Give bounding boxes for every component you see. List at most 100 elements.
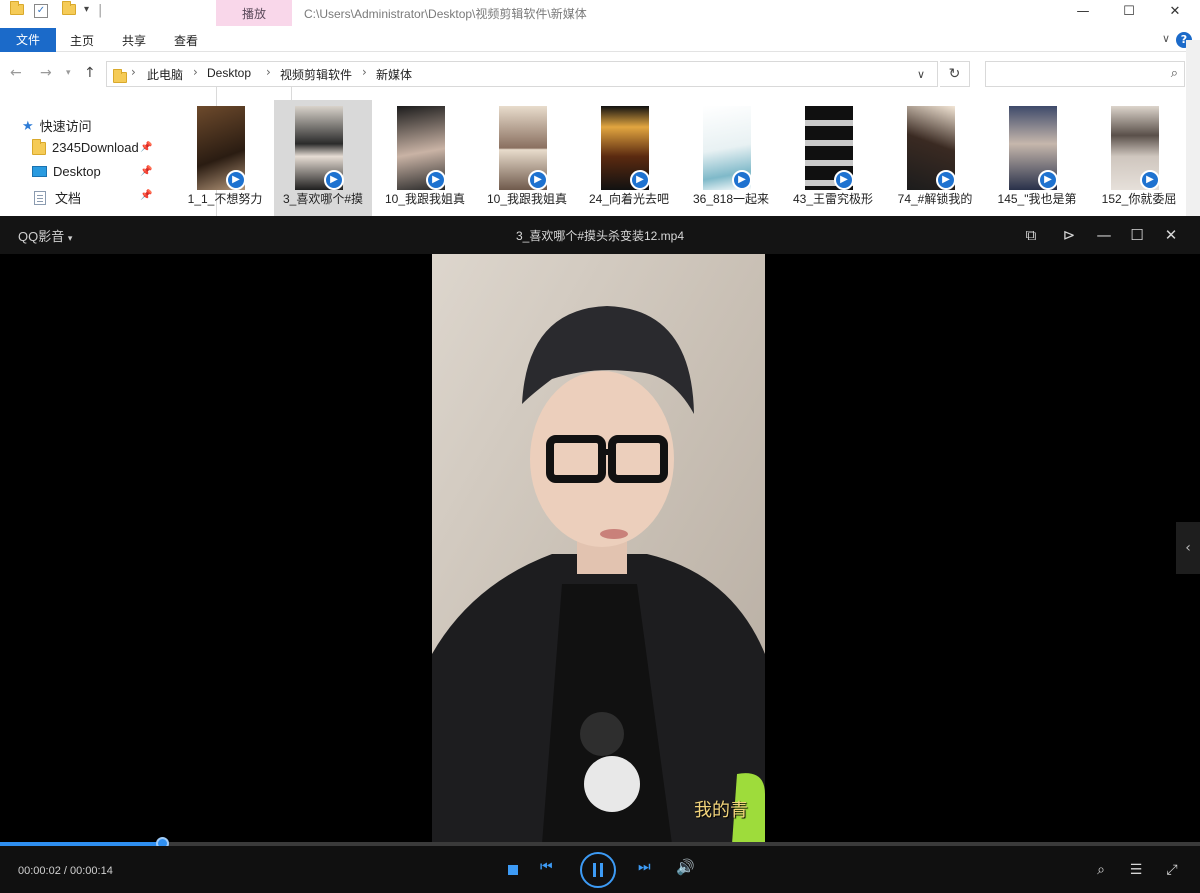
nav-quick-access[interactable]: ★ 快速访问 [22,116,92,135]
up-arrow-icon[interactable]: ↑ [84,65,96,81]
file-name: 24_向着光去吧 [588,192,670,206]
video-play-badge-icon: ▶ [528,170,548,190]
search-icon: ⌕ [1170,66,1178,81]
properties-check-icon[interactable]: ✓ [34,4,48,18]
file-item[interactable]: ▶ 74_#解锁我的 [886,100,984,216]
address-row: ← → ▾ ↑ › 此电脑 › Desktop › 视频剪辑软件 › 新媒体 ∨… [0,52,1200,96]
folder-icon [32,139,46,155]
video-play-badge-icon: ▶ [936,170,956,190]
player-titlebar: QQ影音 ▾ 3_喜欢哪个#摸头杀变装12.mp4 ⧉ ⊳ — ☐ ✕ [0,216,1200,254]
breadcrumb-desktop[interactable]: Desktop [207,66,251,80]
document-icon [34,190,46,205]
back-arrow-icon[interactable]: ← [10,65,22,81]
maximize-icon[interactable]: ☐ [1126,224,1148,246]
control-bar: 00:00:02 / 00:00:14 ⏮ ⏭ 🔊 ⌕ ☰ ⤢ [0,846,1200,893]
file-item[interactable]: ▶ 10_我跟我姐真 [478,100,576,216]
pause-button[interactable] [580,852,616,888]
video-play-badge-icon: ▶ [1140,170,1160,190]
picture-in-picture-icon[interactable]: ⧉ [1020,224,1042,246]
file-item[interactable]: ▶ 36_818一起来 [682,100,780,216]
settings-icon[interactable]: ☰ [1126,860,1146,880]
file-explorer-window: ✓ ▾ | 播放 C:\Users\Administrator\Desktop\… [0,0,1200,656]
breadcrumb-separator: › [131,65,136,79]
maximize-button[interactable]: ☐ [1106,0,1152,26]
file-name: 10_我跟我姐真 [486,192,568,206]
video-play-badge-icon: ▶ [324,170,344,190]
file-item-selected[interactable]: ▶ 3_喜欢哪个#摸 [274,100,372,216]
nav-item-label: Desktop [53,164,101,179]
screen: ✓ ▾ | 播放 C:\Users\Administrator\Desktop\… [0,0,1200,893]
video-play-badge-icon: ▶ [426,170,446,190]
expand-ribbon-chevron-icon[interactable]: ∨ [1162,32,1170,45]
breadcrumb-video-software[interactable]: 视频剪辑软件 [280,66,352,83]
file-item[interactable]: ▶ 43_王雷究极形 [784,100,882,216]
forward-arrow-icon[interactable]: → [40,65,52,81]
file-name: 145_"我也是第 [997,192,1077,206]
search-input[interactable]: ⌕ [985,61,1185,87]
volume-icon[interactable]: 🔊 [676,858,695,876]
tab-share[interactable]: 共享 [114,30,154,52]
star-icon: ★ [22,117,34,133]
tab-view[interactable]: 查看 [166,30,206,52]
address-dropdown-chevron-icon[interactable]: ∨ [917,68,925,81]
desktop-icon [32,166,47,177]
close-icon: ✕ [1169,4,1181,19]
pin-icon: 📌 [140,166,153,177]
nav-item-label: 文档 [55,191,82,206]
subtitle-text: 我的青 [694,800,748,820]
playlist-toggle-chevron-left-icon[interactable]: ‹ [1176,522,1200,574]
file-item[interactable]: ▶ 1_1_不想努力 [176,100,274,216]
breadcrumb-this-pc[interactable]: 此电脑 [147,66,183,83]
vertical-scrollbar[interactable] [1186,40,1200,216]
refresh-button[interactable]: ↻ [940,61,970,87]
file-name: 1_1_不想努力 [187,192,263,206]
address-bar[interactable]: › 此电脑 › Desktop › 视频剪辑软件 › 新媒体 ∨ [106,61,938,87]
file-item[interactable]: ▶ 152_你就委屈 [1090,100,1188,216]
pin-icon[interactable]: ⊳ [1058,224,1080,246]
file-name: 43_王雷究极形 [792,192,874,206]
file-name: 10_我跟我姐真 [384,192,466,206]
time-display: 00:00:02 / 00:00:14 [18,865,113,877]
next-icon[interactable]: ⏭ [638,859,651,875]
folder-icon [113,68,127,87]
tab-file[interactable]: 文件 [0,28,56,52]
customize-toolbar-chevron-icon[interactable]: ▾ [84,4,89,15]
tab-home[interactable]: 主页 [62,30,102,52]
explorer-titlebar: ✓ ▾ | 播放 C:\Users\Administrator\Desktop\… [0,0,1200,28]
close-icon[interactable]: ✕ [1160,224,1182,246]
video-play-badge-icon: ▶ [630,170,650,190]
nav-quick-access-label: 快速访问 [39,119,92,134]
stop-icon[interactable] [508,865,518,875]
navigation-pane: ★ 快速访问 2345Download 📌 Desktop 📌 文档 📌 [0,108,170,216]
nav-item-desktop[interactable]: Desktop [32,164,101,179]
toolbar-divider: | [98,3,103,18]
minimize-icon[interactable]: — [1093,224,1115,246]
nav-item-documents[interactable]: 文档 [34,188,81,207]
video-play-badge-icon: ▶ [1038,170,1058,190]
video-play-badge-icon: ▶ [732,170,752,190]
nav-item-label: 2345Download [52,140,139,155]
minimize-button[interactable]: — [1060,0,1106,26]
breadcrumb-separator: › [362,65,367,79]
breadcrumb-new-media[interactable]: 新媒体 [376,66,412,83]
ribbon-tabs: 文件 主页 共享 查看 视频工具 ∨ ? [0,28,1200,656]
close-button[interactable]: ✕ [1152,0,1198,26]
video-frame-image [432,254,765,844]
breadcrumb-separator: › [193,65,198,79]
video-play-badge-icon: ▶ [226,170,246,190]
nav-item-2345download[interactable]: 2345Download [32,139,139,155]
file-name: 152_你就委屈 [1101,192,1177,206]
previous-icon[interactable]: ⏮ [540,859,553,875]
qq-player-window: QQ影音 ▾ 3_喜欢哪个#摸头杀变装12.mp4 ⧉ ⊳ — ☐ ✕ 我的青 … [0,216,1200,893]
recent-locations-chevron-icon[interactable]: ▾ [66,68,71,78]
new-folder-icon[interactable] [62,1,76,15]
file-item[interactable]: ▶ 145_"我也是第 [988,100,1086,216]
file-name: 74_#解锁我的 [897,192,973,206]
screenshot-icon[interactable]: ⌕ [1091,860,1111,880]
fullscreen-icon[interactable]: ⤢ [1162,860,1182,880]
video-frame[interactable] [432,254,765,844]
file-item[interactable]: ▶ 24_向着光去吧 [580,100,678,216]
file-item[interactable]: ▶ 10_我跟我姐真 [376,100,474,216]
minimize-icon: — [1076,4,1090,19]
file-grid: ▶ 1_1_不想努力 ▶ 3_喜欢哪个#摸 ▶ 10_我跟我姐真 ▶ 10_我跟… [176,100,1186,216]
